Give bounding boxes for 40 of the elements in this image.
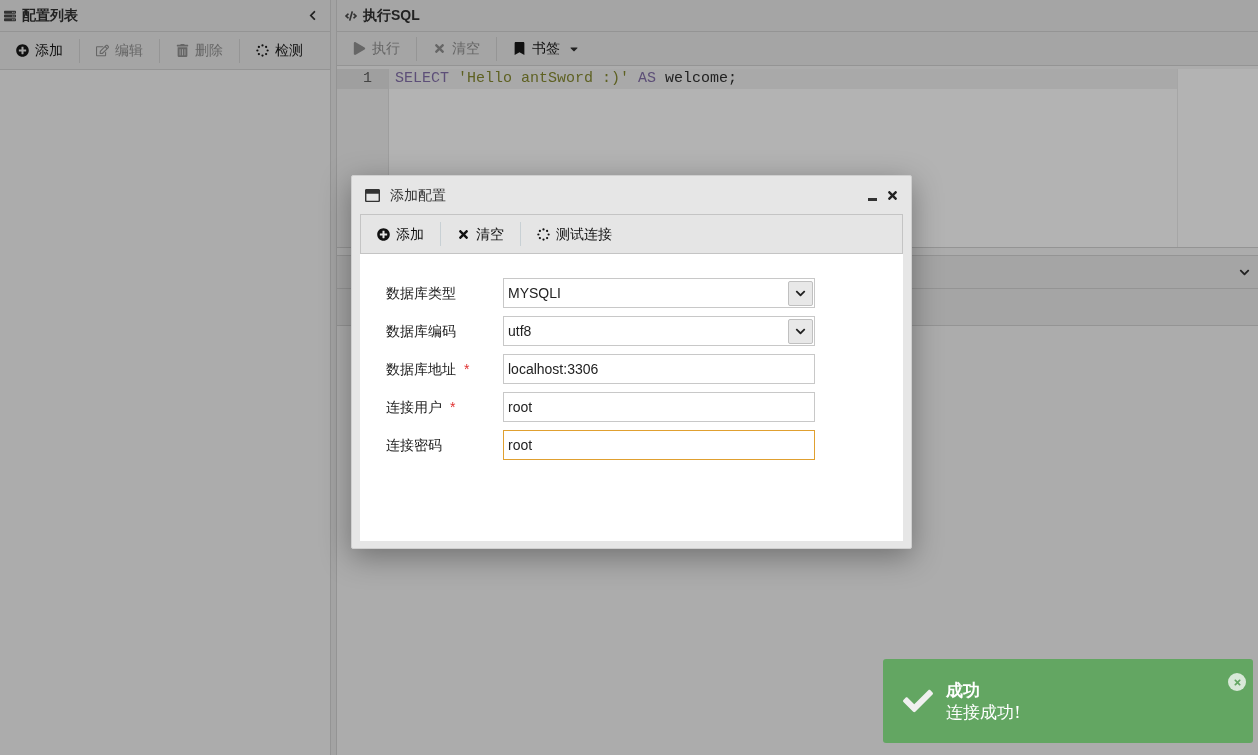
close-icon — [433, 42, 446, 55]
select-field[interactable]: utf8 — [503, 316, 815, 346]
trash-icon — [176, 44, 189, 57]
required-mark: * — [464, 360, 470, 377]
required-mark: * — [450, 398, 456, 415]
dropdown-button[interactable] — [788, 318, 813, 344]
dropdown-button[interactable] — [788, 280, 813, 306]
code-icon — [345, 9, 357, 22]
collapse-icon[interactable] — [307, 10, 318, 21]
panel-title: 执行SQL — [363, 6, 420, 25]
field-label: 数据库类型 — [386, 283, 457, 303]
field-label: 连接用户 * — [386, 397, 457, 417]
input-field[interactable]: root — [503, 430, 815, 460]
spinner-icon — [256, 44, 269, 57]
dialog-title: 添加配置 — [390, 185, 446, 205]
close-icon — [1232, 677, 1242, 687]
toast-title: 成功 — [946, 679, 981, 701]
input-field[interactable]: root — [503, 392, 815, 422]
field-label: 数据库地址 * — [386, 359, 471, 379]
close-icon[interactable] — [886, 188, 899, 202]
bookmark-icon — [513, 42, 526, 55]
minimize-icon[interactable] — [868, 197, 877, 201]
plus-icon — [377, 227, 390, 241]
window-icon — [365, 187, 380, 203]
plus-icon — [16, 44, 29, 57]
panel-title: 配置列表 — [22, 6, 78, 25]
field-label: 数据库编码 — [386, 321, 457, 341]
toast-message: 连接成功! — [946, 701, 1021, 723]
close-icon — [457, 227, 470, 241]
input-field[interactable]: localhost:3306 — [503, 354, 815, 384]
play-icon — [353, 42, 366, 55]
toolbar-button[interactable]: 书签 — [497, 32, 576, 65]
spinner-icon — [537, 227, 550, 241]
list-icon — [4, 9, 16, 22]
field-label: 连接密码 — [386, 435, 443, 455]
select-field[interactable]: MYSQLI — [503, 278, 815, 308]
edit-icon — [96, 44, 109, 57]
line-number: 1 — [337, 69, 388, 89]
toolbar-button[interactable]: 检测 — [240, 32, 319, 69]
toolbar-button[interactable]: 添加 — [0, 32, 79, 69]
